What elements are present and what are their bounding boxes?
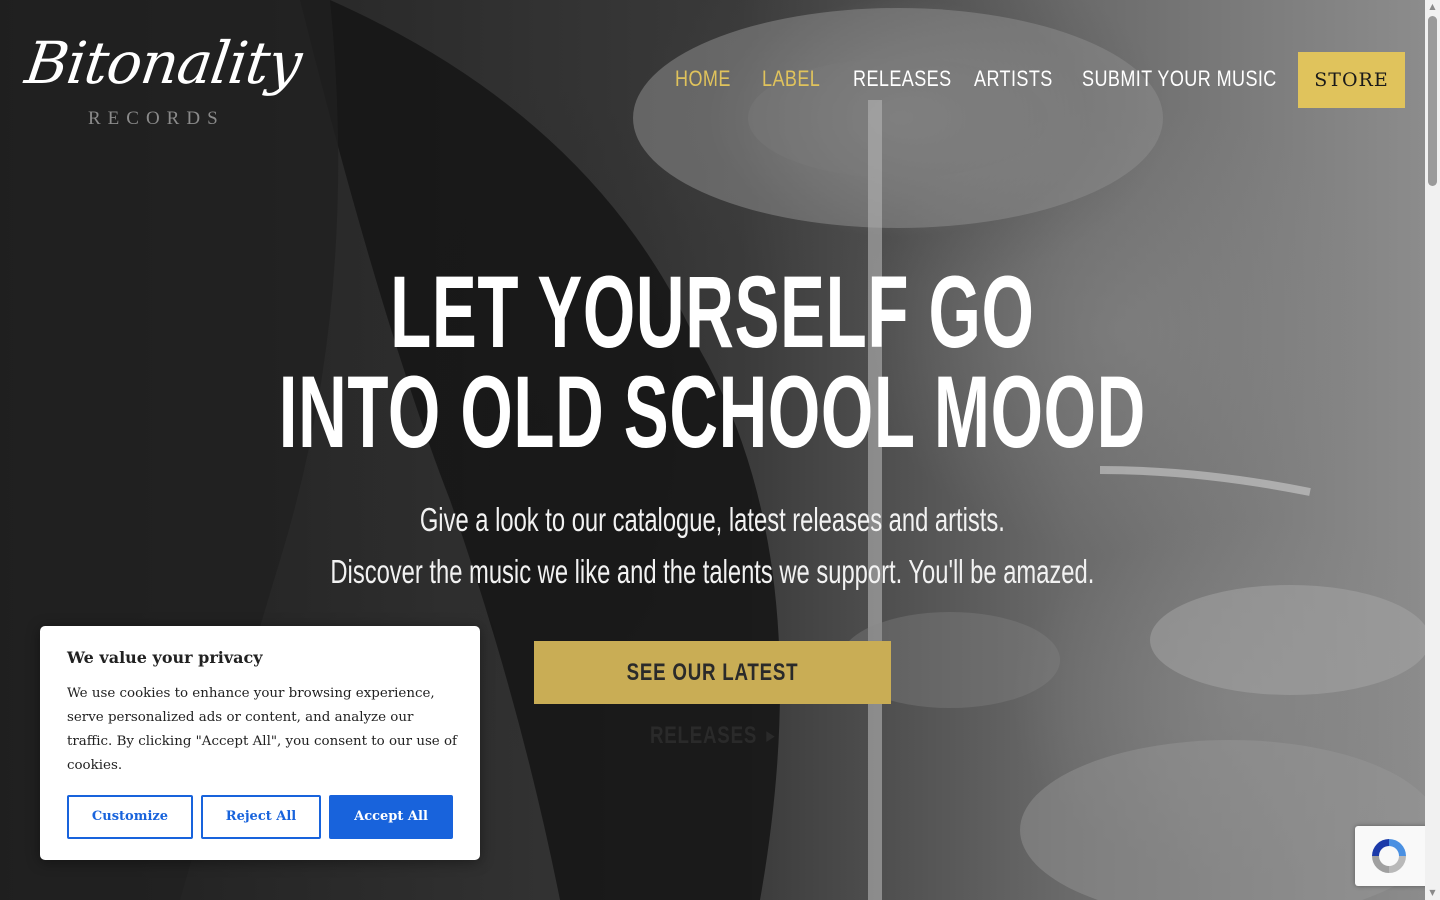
hero-subtitle-line-2: Discover the music we like and the talen… [330, 553, 1095, 590]
hero-subtitle: Give a look to our catalogue, latest rel… [199, 494, 1225, 598]
scroll-up-arrow-icon[interactable]: ▲ [1428, 2, 1437, 12]
nav-item-home[interactable]: HOME [675, 60, 731, 98]
recaptcha-icon [1372, 839, 1406, 873]
cookie-consent-banner: We value your privacy We use cookies to … [40, 626, 480, 860]
cookie-banner-text: We use cookies to enhance your browsing … [67, 686, 458, 773]
scroll-down-arrow-icon[interactable]: ▼ [1428, 888, 1437, 898]
hero-title-line-2: INTO OLD SCHOOL MOOD [278, 355, 1146, 469]
hero-title: LET YOURSELF GO INTO OLD SCHOOL MOOD [242, 255, 1183, 469]
logo-sub-text: RECORDS [88, 108, 225, 129]
customize-button[interactable]: Customize [67, 795, 193, 839]
store-button[interactable]: STORE [1298, 52, 1405, 108]
nav-item-submit-your-music[interactable]: SUBMIT YOUR MUSIC [1082, 60, 1277, 98]
reject-all-button[interactable]: Reject All [201, 795, 321, 839]
see-latest-releases-button[interactable]: SEE OUR LATEST RELEASES ▶ [534, 641, 891, 749]
scrollbar-thumb[interactable] [1428, 16, 1437, 186]
play-triangle-icon: ▶ [766, 728, 776, 743]
hero-subtitle-line-1: Give a look to our catalogue, latest rel… [419, 501, 1005, 538]
drumstick-shape [1099, 466, 1311, 496]
cookie-banner-title: We value your privacy [67, 648, 263, 667]
tom-drum-shape [1150, 585, 1425, 695]
nav-item-label[interactable]: LABEL [762, 60, 820, 98]
accept-all-button[interactable]: Accept All [329, 795, 453, 839]
nav-item-artists[interactable]: ARTISTS [974, 60, 1053, 98]
hero-title-line-1: LET YOURSELF GO [390, 255, 1035, 369]
main-nav: HOME LABEL RELEASES ARTISTS SUBMIT YOUR … [0, 60, 1425, 98]
nav-item-releases[interactable]: RELEASES [853, 60, 952, 98]
